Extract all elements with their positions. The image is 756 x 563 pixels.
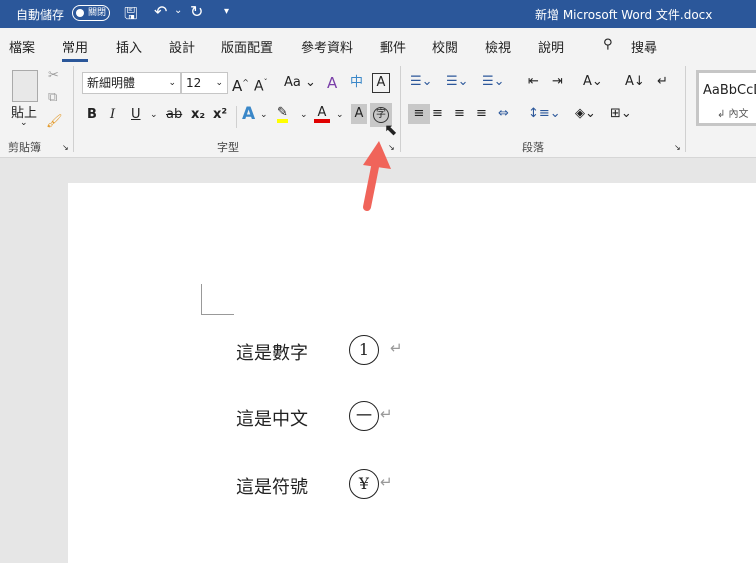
autosave-toggle[interactable]: 關閉 xyxy=(72,5,110,21)
bold-button[interactable]: B xyxy=(87,105,97,125)
document-line[interactable]: 這是中文 xyxy=(236,405,308,431)
redo-icon[interactable]: ↻ xyxy=(190,2,203,21)
text-effects-dropdown-icon[interactable]: ⌄ xyxy=(260,105,268,125)
tab-design[interactable]: 設計 xyxy=(169,37,195,56)
tab-mailings[interactable]: 郵件 xyxy=(380,37,406,56)
underline-dropdown-icon[interactable]: ⌄ xyxy=(150,105,158,125)
document-line[interactable]: 這是數字 xyxy=(236,339,308,365)
font-color-dropdown-icon[interactable]: ⌄ xyxy=(336,105,344,125)
divider xyxy=(236,106,237,128)
clipboard-group-label: 剪貼簿 xyxy=(8,141,41,154)
paste-icon[interactable] xyxy=(12,70,38,102)
enclosed-character[interactable]: 一 xyxy=(349,401,379,431)
ribbon-tabs: 檔案 常用 插入 設計 版面配置 參考資料 郵件 校閱 檢視 說明 ⚲ 搜尋 xyxy=(0,28,756,62)
chevron-down-icon: ⌄ xyxy=(168,78,176,88)
paragraph-launcher-icon[interactable]: ↘ xyxy=(674,143,681,152)
customize-toolbar-icon[interactable]: ▾ xyxy=(224,6,229,17)
highlight-icon[interactable]: ✎ xyxy=(277,103,288,123)
underline-button[interactable]: U xyxy=(131,105,141,125)
font-size-select[interactable]: 12 ⌄ xyxy=(181,72,228,94)
distributed-icon[interactable]: ⇔ xyxy=(498,104,509,124)
divider xyxy=(73,66,74,152)
decrease-indent-icon[interactable]: ⇤ xyxy=(528,72,539,92)
tab-help[interactable]: 說明 xyxy=(538,37,564,56)
divider xyxy=(400,66,401,152)
phonetic-guide-button[interactable]: 中 xyxy=(350,73,363,93)
font-color-icon[interactable]: A xyxy=(314,103,330,123)
red-arrow-annotation xyxy=(363,141,391,211)
autosave-label: 自動儲存 xyxy=(16,8,65,22)
clear-formatting-icon[interactable]: A xyxy=(327,73,337,93)
paragraph-mark: ↵ xyxy=(380,405,393,423)
shading-icon[interactable]: ◈⌄ xyxy=(575,104,596,124)
paragraph-mark: ↵ xyxy=(380,473,393,491)
tab-file[interactable]: 檔案 xyxy=(9,37,35,56)
font-name-select[interactable]: 新細明體 ⌄ xyxy=(82,72,181,94)
clipboard-launcher-icon[interactable]: ↘ xyxy=(62,143,69,152)
format-painter-icon[interactable]: 🖌 xyxy=(46,112,63,132)
line-spacing-icon[interactable]: ↕≡⌄ xyxy=(528,104,561,124)
borders-icon[interactable]: ⊞⌄ xyxy=(610,104,632,124)
paragraph-mark: ↵ xyxy=(390,339,403,357)
document-title: 新增 Microsoft Word 文件.docx xyxy=(535,8,713,22)
multilevel-list-icon[interactable]: ☰⌄ xyxy=(482,72,505,92)
asian-layout-icon[interactable]: A⌄ xyxy=(583,72,603,92)
change-case-button[interactable]: Aa ⌄ xyxy=(284,73,316,93)
style-name: ↲ 內文 xyxy=(717,109,749,120)
divider xyxy=(685,66,686,152)
superscript-button[interactable]: x² xyxy=(213,105,227,125)
character-border-button[interactable]: A xyxy=(372,73,390,93)
document-line[interactable]: 這是符號 xyxy=(236,473,308,499)
undo-dropdown-icon[interactable]: ⌄ xyxy=(174,5,182,16)
chevron-down-icon: ⌄ xyxy=(215,78,223,88)
increase-indent-icon[interactable]: ⇥ xyxy=(552,72,563,92)
subscript-button[interactable]: x₂ xyxy=(191,105,205,125)
font-group-label: 字型 xyxy=(217,141,239,154)
enclosed-character[interactable]: ¥ xyxy=(349,469,379,499)
numbering-icon[interactable]: ☰⌄ xyxy=(446,72,469,92)
enclosed-character[interactable]: 1 xyxy=(349,335,379,365)
paragraph-group-label: 段落 xyxy=(522,141,544,154)
grow-font-icon[interactable]: A^ xyxy=(232,73,249,95)
bullets-icon[interactable]: ☰⌄ xyxy=(410,72,433,92)
search-label[interactable]: 搜尋 xyxy=(631,37,657,56)
text-effects-icon[interactable]: A xyxy=(242,104,255,124)
save-icon[interactable]: 🖫 xyxy=(124,3,138,30)
change-case-label: Aa xyxy=(284,75,301,90)
document-page[interactable] xyxy=(68,183,756,563)
tab-review[interactable]: 校閱 xyxy=(432,37,458,56)
show-marks-icon[interactable]: ↵ xyxy=(657,72,668,92)
title-bar: 自動儲存 關閉 🖫 ↶ ⌄ ↻ ▾ 新增 Microsoft Word 文件.d… xyxy=(0,0,756,28)
strikethrough-button[interactable]: ab xyxy=(166,105,182,125)
margin-mark xyxy=(201,284,202,315)
margin-mark xyxy=(201,314,234,315)
align-left-icon[interactable]: ≡ xyxy=(408,104,430,124)
tab-references[interactable]: 參考資料 xyxy=(301,37,353,56)
undo-icon[interactable]: ↶ xyxy=(154,2,167,21)
italic-button[interactable]: I xyxy=(110,105,115,125)
paste-dropdown-icon[interactable]: ⌄ xyxy=(20,118,28,128)
align-center-icon[interactable]: ≡ xyxy=(432,104,443,124)
tab-insert[interactable]: 插入 xyxy=(116,37,142,56)
highlight-dropdown-icon[interactable]: ⌄ xyxy=(300,105,308,125)
character-shading-button[interactable]: A xyxy=(351,104,367,124)
tab-layout[interactable]: 版面配置 xyxy=(221,37,273,56)
search-icon[interactable]: ⚲ xyxy=(603,37,613,52)
font-size-value: 12 xyxy=(186,76,202,90)
justify-icon[interactable]: ≡ xyxy=(476,104,487,124)
tab-view[interactable]: 檢視 xyxy=(485,37,511,56)
sort-icon[interactable]: A↓ xyxy=(625,72,645,92)
font-name-value: 新細明體 xyxy=(87,76,136,90)
cut-icon[interactable]: ✂ xyxy=(48,66,59,86)
style-preview: AaBbCcD xyxy=(703,83,756,98)
align-right-icon[interactable]: ≡ xyxy=(454,104,465,124)
tab-home[interactable]: 常用 xyxy=(62,37,89,62)
style-normal[interactable]: AaBbCcD ↲ 內文 xyxy=(696,70,756,126)
shrink-font-icon[interactable]: Aˇ xyxy=(254,73,268,95)
copy-icon[interactable]: ⧉ xyxy=(48,88,57,108)
